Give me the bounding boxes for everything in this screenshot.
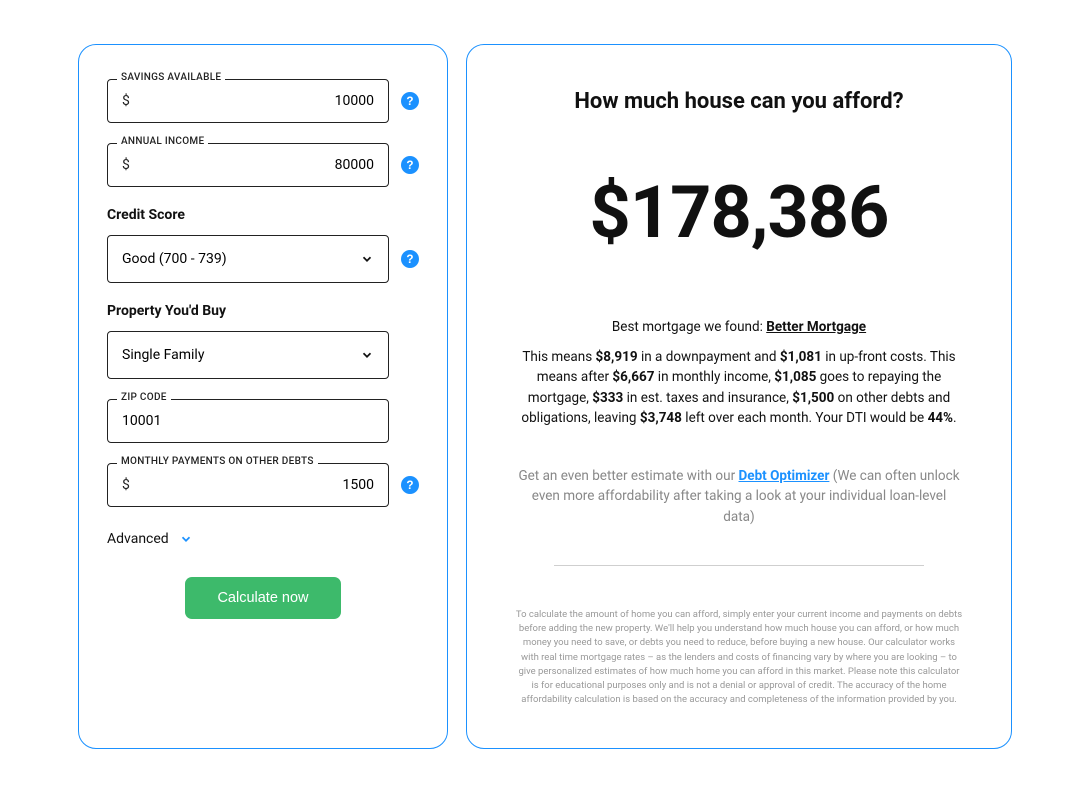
debt-optimizer-link[interactable]: Debt Optimizer xyxy=(739,468,830,484)
currency-prefix: $ xyxy=(122,157,130,173)
savings-input[interactable] xyxy=(130,93,374,109)
savings-input-wrapper[interactable]: $ xyxy=(107,79,389,123)
affordable-amount: $178,386 xyxy=(511,170,967,255)
chevron-down-icon xyxy=(360,348,374,362)
credit-score-select[interactable]: Good (700 - 739) xyxy=(107,235,389,283)
best-mortgage-prefix: Best mortgage we found: xyxy=(612,319,766,335)
best-mortgage-line: Best mortgage we found: Better Mortgage xyxy=(511,319,967,335)
dti-value: 44% xyxy=(928,410,953,426)
property-select[interactable]: Single Family xyxy=(107,331,389,379)
repay-value: $1,085 xyxy=(774,369,816,385)
svg-text:?: ? xyxy=(406,253,413,266)
debts-label: MONTHLY PAYMENTS ON OTHER DEBTS xyxy=(117,456,318,467)
spacer xyxy=(401,412,419,430)
calculator-form-panel: SAVINGS AVAILABLE $ ? ANNUAL INCOME $ ? xyxy=(78,44,448,749)
debts-input-wrapper[interactable]: $ xyxy=(107,463,389,507)
income-input-wrapper[interactable]: $ xyxy=(107,143,389,187)
savings-label: SAVINGS AVAILABLE xyxy=(117,72,225,83)
other-debts-value: $1,500 xyxy=(792,390,834,406)
property-value: Single Family xyxy=(122,347,204,363)
zip-label: ZIP CODE xyxy=(117,392,171,403)
currency-prefix: $ xyxy=(122,93,130,109)
advanced-label: Advanced xyxy=(107,531,169,547)
zip-input-wrapper[interactable] xyxy=(107,399,389,443)
advanced-toggle[interactable]: Advanced xyxy=(107,531,419,547)
summary-text: This means $8,919 in a downpayment and $… xyxy=(511,347,967,428)
credit-score-value: Good (700 - 739) xyxy=(122,251,227,267)
results-title: How much house can you afford? xyxy=(511,89,967,114)
chevron-down-icon xyxy=(360,252,374,266)
downpayment-value: $8,919 xyxy=(596,349,638,365)
divider xyxy=(554,565,924,566)
income-input[interactable] xyxy=(130,157,374,173)
svg-text:?: ? xyxy=(406,479,413,492)
help-icon[interactable]: ? xyxy=(401,250,419,268)
disclaimer-text: To calculate the amount of home you can … xyxy=(511,608,967,708)
monthly-income-value: $6,667 xyxy=(612,369,654,385)
help-icon[interactable]: ? xyxy=(401,476,419,494)
property-label: Property You'd Buy xyxy=(107,303,419,319)
leftover-value: $3,748 xyxy=(640,410,682,426)
chevron-down-icon xyxy=(179,532,193,546)
best-mortgage-link[interactable]: Better Mortgage xyxy=(766,319,866,335)
credit-score-label: Credit Score xyxy=(107,207,419,223)
spacer xyxy=(401,346,419,364)
help-icon[interactable]: ? xyxy=(401,92,419,110)
upfront-value: $1,081 xyxy=(780,349,822,365)
debts-input[interactable] xyxy=(130,477,374,493)
optimizer-text: Get an even better estimate with our Deb… xyxy=(511,466,967,527)
svg-text:?: ? xyxy=(406,95,413,108)
results-panel: How much house can you afford? $178,386 … xyxy=(466,44,1012,749)
svg-text:?: ? xyxy=(406,159,413,172)
taxes-value: $333 xyxy=(592,390,623,406)
help-icon[interactable]: ? xyxy=(401,156,419,174)
zip-input[interactable] xyxy=(122,413,374,429)
income-label: ANNUAL INCOME xyxy=(117,136,208,147)
currency-prefix: $ xyxy=(122,477,130,493)
calculate-button[interactable]: Calculate now xyxy=(185,577,340,619)
